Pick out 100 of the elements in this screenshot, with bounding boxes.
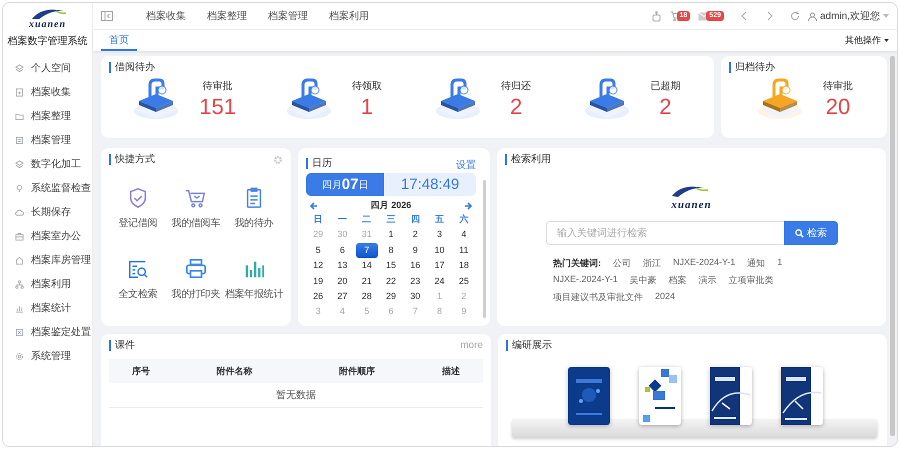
stat-label: 待归还	[501, 80, 532, 93]
other-actions-menu[interactable]: 其他操作	[845, 34, 881, 47]
empty-message: 暂无数据	[109, 383, 483, 408]
calendar-day[interactable]: 9	[404, 242, 426, 258]
keyword-link[interactable]: 2024	[655, 291, 676, 304]
weekday-label: 四	[410, 213, 421, 226]
sidebar-item[interactable]: 档案收集	[3, 80, 92, 104]
calendar-day[interactable]: 30	[404, 289, 426, 304]
keyword-link[interactable]: 公司	[613, 257, 631, 270]
sidebar-item[interactable]: 档案室办公	[3, 224, 92, 248]
sidebar-item[interactable]: 档案统计	[3, 296, 92, 320]
date-display: 四月07日	[306, 173, 384, 196]
panel-title: 快捷方式	[109, 154, 155, 165]
panel-title: 借阅待办	[109, 62, 155, 73]
calendar-day[interactable]: 14	[356, 258, 378, 274]
panel-title: 日历	[306, 158, 332, 168]
shortcut-link[interactable]: 我的打印夹	[172, 287, 220, 301]
calendar-day[interactable]: 4	[452, 227, 475, 243]
calendar-day[interactable]: 5	[307, 242, 330, 258]
keyword-link[interactable]: 项目建议书及审批文件	[553, 291, 643, 304]
column-header: 附件顺序	[296, 359, 418, 383]
logo-text: xuanen	[671, 199, 712, 211]
calendar-day[interactable]: 12	[307, 258, 330, 274]
sidebar-item[interactable]: 长期保存	[3, 200, 92, 224]
sidebar-item[interactable]: 数字化加工	[3, 152, 92, 176]
sidebar-item[interactable]: 档案利用	[3, 272, 92, 296]
calendar-day[interactable]: 8	[380, 242, 402, 258]
calendar-day[interactable]: 2	[404, 227, 426, 243]
stat-value[interactable]: 2	[659, 93, 672, 121]
nav-item[interactable]: 档案整理	[207, 9, 247, 23]
calendar-day[interactable]: 18	[452, 258, 475, 274]
panel-title: 编研展示	[506, 340, 552, 351]
calendar-day[interactable]: 26	[307, 289, 330, 304]
sidebar-item[interactable]: 个人空间	[3, 56, 92, 80]
weekday-label: 六	[458, 213, 470, 226]
keyword-link[interactable]: 档案	[668, 274, 687, 287]
stat-value[interactable]: 1	[360, 93, 373, 121]
user-menu[interactable]: admin,欢迎您	[820, 9, 880, 23]
calendar-day[interactable]: 19	[307, 274, 330, 290]
calendar-day[interactable]: 11	[452, 242, 475, 258]
calendar-day[interactable]: 15	[380, 258, 402, 274]
calendar-day[interactable]: 23	[404, 274, 426, 290]
sidebar-item[interactable]: 档案库房管理	[3, 248, 92, 272]
calendar-day[interactable]: 21	[356, 274, 378, 290]
calendar-day[interactable]: 17	[428, 258, 451, 274]
keyword-link[interactable]: 1	[777, 257, 782, 270]
calendar-day[interactable]: 10	[428, 242, 451, 258]
shortcut-link[interactable]: 全文检索	[118, 287, 158, 301]
calendar-day[interactable]: 1	[380, 227, 402, 243]
weekday-label: 日	[312, 213, 324, 226]
nav-item[interactable]: 档案收集	[146, 9, 186, 23]
calendar-day[interactable]: 16	[404, 258, 426, 274]
shortcut-link[interactable]: 我的待办	[234, 216, 274, 230]
calendar-day[interactable]: 3	[428, 227, 451, 243]
calendar-day[interactable]: 24	[428, 274, 451, 290]
app-title: 档案数字管理系统	[8, 34, 88, 48]
panel-title: 归档待办	[729, 62, 775, 73]
weekday-label: 一	[336, 213, 348, 226]
calendar-day[interactable]: 7	[356, 242, 378, 258]
nav-item[interactable]: 档案管理	[268, 9, 308, 23]
keyword-link[interactable]: 吴中豪	[630, 274, 657, 287]
stat-label: 待领取	[352, 80, 382, 93]
weekday-label: 五	[434, 213, 446, 226]
calendar-day[interactable]: 27	[331, 289, 354, 304]
keyword-link[interactable]: 立项审批类	[728, 274, 774, 287]
calendar-day[interactable]: 25	[452, 274, 475, 290]
sidebar-item[interactable]: 档案整理	[3, 104, 92, 128]
sidebar-item[interactable]: 系统管理	[3, 344, 92, 368]
shortcut-link[interactable]: 档案年报统计	[224, 287, 283, 301]
search-button[interactable]: 检索	[784, 221, 838, 245]
calendar-day[interactable]: 20	[331, 274, 354, 290]
nav-item[interactable]: 档案利用	[329, 9, 369, 23]
column-header: 附件名称	[173, 359, 296, 383]
weekday-label: 二	[361, 213, 372, 226]
keyword-link[interactable]: NJXE-2024-Y-1	[673, 257, 736, 270]
sidebar-item[interactable]: 档案管理	[3, 128, 92, 152]
shortcut-link[interactable]: 登记借阅	[118, 216, 158, 230]
calendar-day[interactable]: 28	[356, 289, 378, 304]
stat-label: 已超期	[650, 80, 680, 93]
column-header: 描述	[418, 359, 483, 383]
keyword-link[interactable]: 演示	[698, 274, 717, 287]
calendar-day[interactable]: 6	[331, 242, 354, 258]
stat-label: 待审批	[202, 80, 233, 93]
stat-value[interactable]: 20	[826, 93, 850, 121]
weekday-label: 三	[385, 213, 396, 226]
keyword-link[interactable]: 通知	[747, 257, 766, 270]
search-field[interactable]: 输入关键词进行检索	[546, 221, 784, 245]
calendar-day[interactable]: 22	[380, 274, 402, 290]
calendar-day[interactable]: 13	[331, 258, 354, 274]
shortcut-link[interactable]: 我的借阅车	[172, 216, 220, 230]
column-header: 序号	[109, 359, 174, 383]
stat-value[interactable]: 2	[510, 93, 522, 121]
settings-link[interactable]: 设置	[456, 158, 476, 172]
sidebar-item[interactable]: 系统监督检查	[3, 176, 92, 200]
stat-label: 待审批	[823, 80, 853, 93]
keyword-link[interactable]: NJXE-.2024-Y-1	[553, 274, 618, 287]
calendar-day[interactable]: 29	[380, 289, 402, 304]
keyword-link[interactable]: 浙江	[643, 257, 661, 270]
stat-value[interactable]: 151	[199, 93, 236, 121]
sidebar-item[interactable]: 档案鉴定处置	[3, 320, 92, 344]
